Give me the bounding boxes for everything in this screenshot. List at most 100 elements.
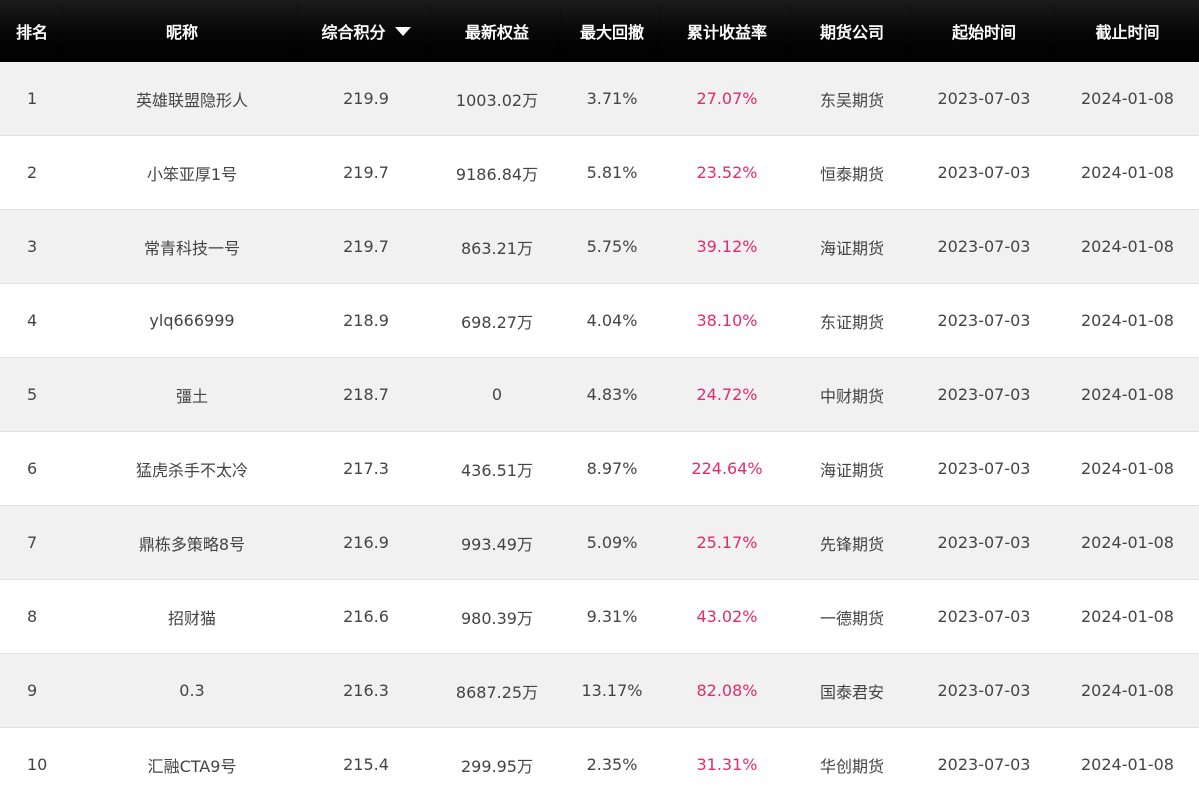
nickname-cell[interactable]: 常青科技一号 [64,209,300,284]
equity-cell: 9186.84万 [432,135,562,210]
end-date-cell: 2024-01-08 [1056,357,1199,432]
header-nickname: 昵称 [64,0,300,62]
equity-cell: 436.51万 [432,431,562,506]
header-start-date: 起始时间 [912,0,1056,62]
score-cell: 215.4 [300,727,432,795]
equity-cell: 993.49万 [432,505,562,580]
table-row[interactable]: 10 汇融CTA9号 215.4 299.95万 2.35% 31.31% 华创… [0,727,1199,795]
header-end-date: 截止时间 [1056,0,1199,62]
return-cell: 27.07% [662,62,792,136]
nickname-cell[interactable]: 招财猫 [64,579,300,654]
end-date-cell: 2024-01-08 [1056,209,1199,284]
header-score-sort[interactable]: 综合积分 [300,0,432,62]
score-cell: 219.9 [300,62,432,136]
header-equity: 最新权益 [432,0,562,62]
equity-cell: 299.95万 [432,727,562,795]
nickname-cell[interactable]: 英雄联盟隐形人 [64,62,300,136]
nickname-cell[interactable]: 彊土 [64,357,300,432]
start-date-cell: 2023-07-03 [912,653,1056,728]
score-cell: 216.3 [300,653,432,728]
header-row: 排名 昵称 综合积分 最新权益 最大回撤 累计收益率 期货公司 起始时间 截止时… [0,0,1199,62]
table-row[interactable]: 5 彊土 218.7 0 4.83% 24.72% 中财期货 2023-07-0… [0,357,1199,432]
start-date-cell: 2023-07-03 [912,62,1056,136]
drawdown-cell: 4.83% [562,357,662,432]
nickname-cell[interactable]: 小笨亚厚1号 [64,135,300,210]
score-cell: 217.3 [300,431,432,506]
score-cell: 216.6 [300,579,432,654]
equity-cell: 1003.02万 [432,62,562,136]
rank-cell: 1 [0,62,64,136]
nickname-cell[interactable]: 鼎栋多策略8号 [64,505,300,580]
broker-cell: 国泰君安 [792,653,912,728]
equity-cell: 698.27万 [432,283,562,358]
table-row[interactable]: 2 小笨亚厚1号 219.7 9186.84万 5.81% 23.52% 恒泰期… [0,135,1199,210]
rank-cell: 4 [0,283,64,358]
rank-cell: 3 [0,209,64,284]
nickname-cell[interactable]: ylq666999 [64,283,300,358]
drawdown-cell: 8.97% [562,431,662,506]
end-date-cell: 2024-01-08 [1056,431,1199,506]
rank-cell: 5 [0,357,64,432]
return-cell: 38.10% [662,283,792,358]
drawdown-cell: 2.35% [562,727,662,795]
table-row[interactable]: 4 ylq666999 218.9 698.27万 4.04% 38.10% 东… [0,283,1199,358]
drawdown-cell: 4.04% [562,283,662,358]
start-date-cell: 2023-07-03 [912,505,1056,580]
drawdown-cell: 13.17% [562,653,662,728]
broker-cell: 一德期货 [792,579,912,654]
equity-cell: 0 [432,357,562,432]
broker-cell: 恒泰期货 [792,135,912,210]
header-drawdown: 最大回撤 [562,0,662,62]
table-body: 1 英雄联盟隐形人 219.9 1003.02万 3.71% 27.07% 东吴… [0,62,1199,795]
broker-cell: 中财期货 [792,357,912,432]
end-date-cell: 2024-01-08 [1056,62,1199,136]
return-cell: 39.12% [662,209,792,284]
return-cell: 82.08% [662,653,792,728]
rank-cell: 2 [0,135,64,210]
broker-cell: 东证期货 [792,283,912,358]
broker-cell: 海证期货 [792,431,912,506]
end-date-cell: 2024-01-08 [1056,579,1199,654]
ranking-table: 排名 昵称 综合积分 最新权益 最大回撤 累计收益率 期货公司 起始时间 截止时… [0,0,1199,795]
return-cell: 23.52% [662,135,792,210]
table-row[interactable]: 8 招财猫 216.6 980.39万 9.31% 43.02% 一德期货 20… [0,579,1199,654]
table-row[interactable]: 6 猛虎杀手不太冷 217.3 436.51万 8.97% 224.64% 海证… [0,431,1199,506]
score-cell: 219.7 [300,135,432,210]
nickname-cell[interactable]: 汇融CTA9号 [64,727,300,795]
header-rank: 排名 [0,0,64,62]
start-date-cell: 2023-07-03 [912,209,1056,284]
equity-cell: 8687.25万 [432,653,562,728]
score-cell: 216.9 [300,505,432,580]
start-date-cell: 2023-07-03 [912,283,1056,358]
table-row[interactable]: 7 鼎栋多策略8号 216.9 993.49万 5.09% 25.17% 先锋期… [0,505,1199,580]
rank-cell: 8 [0,579,64,654]
broker-cell: 华创期货 [792,727,912,795]
equity-cell: 863.21万 [432,209,562,284]
rank-cell: 9 [0,653,64,728]
score-cell: 219.7 [300,209,432,284]
start-date-cell: 2023-07-03 [912,579,1056,654]
table-row[interactable]: 1 英雄联盟隐形人 219.9 1003.02万 3.71% 27.07% 东吴… [0,62,1199,136]
table-header: 排名 昵称 综合积分 最新权益 最大回撤 累计收益率 期货公司 起始时间 截止时… [0,0,1199,62]
drawdown-cell: 9.31% [562,579,662,654]
return-cell: 25.17% [662,505,792,580]
caret-down-icon [394,27,411,36]
table-row[interactable]: 9 0.3 216.3 8687.25万 13.17% 82.08% 国泰君安 … [0,653,1199,728]
broker-cell: 东吴期货 [792,62,912,136]
end-date-cell: 2024-01-08 [1056,653,1199,728]
drawdown-cell: 5.75% [562,209,662,284]
return-cell: 43.02% [662,579,792,654]
end-date-cell: 2024-01-08 [1056,283,1199,358]
rank-cell: 10 [0,727,64,795]
end-date-cell: 2024-01-08 [1056,727,1199,795]
drawdown-cell: 5.81% [562,135,662,210]
start-date-cell: 2023-07-03 [912,431,1056,506]
table-row[interactable]: 3 常青科技一号 219.7 863.21万 5.75% 39.12% 海证期货… [0,209,1199,284]
rank-cell: 7 [0,505,64,580]
nickname-cell[interactable]: 猛虎杀手不太冷 [64,431,300,506]
return-cell: 24.72% [662,357,792,432]
drawdown-cell: 3.71% [562,62,662,136]
score-cell: 218.9 [300,283,432,358]
equity-cell: 980.39万 [432,579,562,654]
nickname-cell[interactable]: 0.3 [64,653,300,728]
